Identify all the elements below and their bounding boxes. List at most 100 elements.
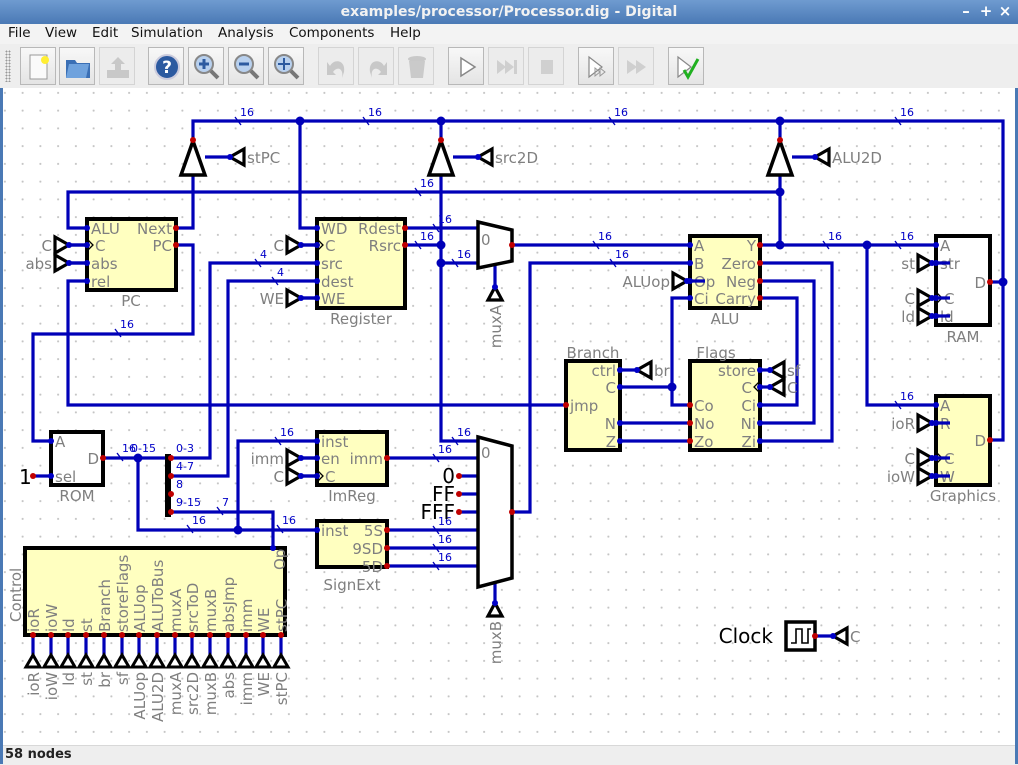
input-pin <box>757 438 763 444</box>
output-pin <box>100 455 106 461</box>
pc-pin-label: C <box>95 237 105 255</box>
input-label-alu_op: ALUop <box>622 273 670 291</box>
clock-component[interactable] <box>784 620 817 652</box>
input-pin <box>687 295 693 301</box>
input-pin <box>84 278 90 284</box>
output-pin <box>402 225 408 231</box>
constant-1: 1 <box>19 465 32 489</box>
input-pin <box>314 527 320 533</box>
ram-pin-label: D <box>974 274 986 292</box>
output-pin <box>83 632 89 638</box>
bus-width-label: 16 <box>900 106 914 119</box>
control-pin-label: WE <box>255 608 273 632</box>
splitter-input-label: 0-15 <box>131 442 156 455</box>
control-output-label: muxB <box>202 672 220 715</box>
input-label-reg_we: WE <box>260 290 284 308</box>
output-pin <box>243 632 249 638</box>
signext-pin-label: 5S <box>364 522 383 540</box>
bus-width-label: 16 <box>368 106 382 119</box>
wire[interactable] <box>176 175 195 230</box>
flags-pin-label: C <box>742 379 752 397</box>
input-label-imreg_c: C <box>274 468 284 486</box>
pc-pin-label: abs <box>91 255 118 273</box>
output-pin <box>48 632 54 638</box>
flags-pin-label: Zi <box>742 433 756 451</box>
branch-pin-label: ctrl <box>592 362 616 380</box>
mux-b-select-label: muxB <box>487 621 505 664</box>
wire[interactable] <box>760 279 816 425</box>
register-pin-label: WE <box>321 290 345 308</box>
graphics-pin-label: A <box>940 397 951 415</box>
wire[interactable] <box>298 121 317 230</box>
input-label-ram_st: st <box>901 255 915 273</box>
flags-label: Flags <box>696 344 736 362</box>
output-pin <box>168 473 174 479</box>
alu-pin-label: Neg <box>726 273 756 291</box>
output-pin <box>136 632 142 638</box>
output-tunnel-icon <box>112 652 132 669</box>
alu-pin-label: B <box>694 255 704 273</box>
output-tunnel-icon <box>41 652 61 669</box>
input-label-flags_c: C <box>787 379 797 397</box>
input-label-br: br <box>654 362 671 380</box>
circuit-diagram[interactable]: 16 16 16 16161644161616161616 16161616161616… <box>0 0 1018 745</box>
output-pin <box>812 633 818 639</box>
output-pin <box>777 137 783 143</box>
control-pin-label: Op <box>271 549 289 570</box>
pc-pin-label: rel <box>91 273 110 291</box>
control-output-label: ALUop <box>131 672 149 720</box>
input-label-reg_c: C <box>274 237 284 255</box>
branch-label: Branch <box>567 344 620 362</box>
splitter[interactable] <box>165 454 171 517</box>
wire-junction <box>436 116 446 126</box>
mux-input-label: 0 <box>481 444 491 462</box>
tristate-buffer-icon[interactable] <box>178 135 208 177</box>
control-pin-label: ioR <box>25 608 43 632</box>
input-label-stpc: stPC <box>247 149 280 167</box>
input-pin <box>84 225 90 231</box>
input-pin <box>492 600 498 606</box>
rom-pin-label: D <box>87 450 99 468</box>
input-pin <box>314 225 320 231</box>
graphics-label: Graphics <box>930 487 996 505</box>
tristate-buffer-icon[interactable] <box>765 135 795 177</box>
bus-width-label: 16 <box>438 443 452 456</box>
tristate-buffer-icon[interactable] <box>426 135 456 177</box>
input-label-clock_c: C <box>850 628 860 646</box>
output-pin <box>384 563 390 569</box>
output-tunnel-icon <box>94 652 114 669</box>
output-tunnel-icon <box>147 652 167 669</box>
bus-width-label: 16 <box>598 230 612 243</box>
control-pin-label: stPC <box>273 599 291 632</box>
output-pin <box>225 632 231 638</box>
flags-pin-label: Co <box>694 397 714 415</box>
register-pin-label: C <box>325 237 335 255</box>
output-tunnel-icon <box>76 652 96 669</box>
register-pin-label: WD <box>321 220 347 238</box>
output-pin <box>987 437 993 443</box>
alu-pin-label: Ci <box>694 290 709 308</box>
output-pin <box>384 545 390 551</box>
rom-pin-label: A <box>55 433 66 451</box>
input-pin <box>617 384 623 390</box>
flags-pin-label: store <box>718 362 756 380</box>
input-label-gfx_iow: ioW <box>887 468 915 486</box>
pc-pin-label: PC <box>152 237 172 255</box>
output-tunnel-icon <box>165 652 185 669</box>
input-pin <box>933 402 939 408</box>
output-pin <box>757 260 763 266</box>
register-pin-label: Rsrc <box>369 237 401 255</box>
output-tunnel-icon <box>218 652 238 669</box>
control-output-label: muxA <box>167 671 185 715</box>
output-pin <box>757 242 763 248</box>
output-pin <box>168 509 174 515</box>
bus-width-label: 4 <box>260 248 267 261</box>
output-pin <box>456 491 462 497</box>
control-output-label: st <box>78 672 96 686</box>
imreg-pin-label: inst <box>321 433 348 451</box>
control-output-label: ALU2D <box>149 672 167 722</box>
output-pin <box>168 491 174 497</box>
input-pin <box>617 367 623 373</box>
alu-pin-label: Y <box>746 237 757 255</box>
bus-width-label: 16 <box>420 177 434 190</box>
